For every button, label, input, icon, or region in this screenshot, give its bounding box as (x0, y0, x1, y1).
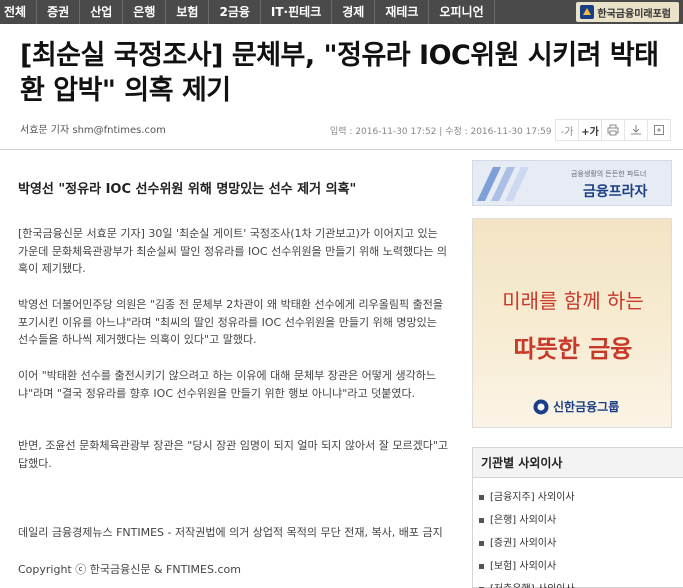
bullet-icon (479, 541, 484, 546)
banner-tagline: 금융생활의 든든한 파트너 (571, 170, 647, 178)
article-dates: 입력 : 2016-11-30 17:52 | 수정 : 2016-11-30 … (330, 127, 552, 137)
share-button[interactable] (647, 119, 671, 141)
article-tools: -가 +가 (555, 119, 671, 141)
shinhan-ad-banner[interactable]: 미래를 함께 하는 따뜻한 금융 신한금융그룹 (472, 218, 672, 428)
nav-item-industry[interactable]: 산업 (80, 0, 124, 24)
list-item[interactable]: [증권] 사외이사 (473, 532, 683, 555)
forum-logo-icon (580, 5, 595, 19)
outside-directors-title: 기관별 사외이사 (473, 448, 683, 478)
bullet-icon (479, 518, 484, 523)
nav-item-investment[interactable]: 재테크 (375, 0, 430, 24)
nav-item-bank[interactable]: 은행 (123, 0, 167, 24)
outside-directors-list: [금융지주] 사외이사 [은행] 사외이사 [증권] 사외이사 [보험] 사외이… (473, 478, 683, 588)
list-item[interactable]: [저축은행] 사외이사 (473, 578, 683, 588)
ad-brand-name: 신한금융그룹 (553, 400, 620, 414)
list-item[interactable]: [은행] 사외이사 (473, 509, 683, 532)
nav-item-it-fintech[interactable]: IT·핀테크 (261, 0, 333, 24)
outside-directors-box: 기관별 사외이사 [금융지주] 사외이사 [은행] 사외이사 [증권] 사외이사… (472, 447, 683, 588)
forum-label: 한국금융미래포럼 (597, 8, 671, 20)
nav-item-opinion[interactable]: 오피니언 (429, 0, 495, 24)
ad-brand: 신한금융그룹 (533, 398, 619, 415)
print-icon (607, 124, 619, 136)
article-headline: [최순실 국정조사] 문체부, "정유라 IOC위원 시키려 박태환 압박" 의… (20, 40, 659, 106)
nav-item-all[interactable]: 전체 (0, 0, 38, 24)
divider (0, 149, 683, 150)
nav-item-securities[interactable]: 증권 (37, 0, 81, 24)
article-paragraph: 이어 "박태환 선수를 출전시키기 않으려고 하는 이유에 대해 문체부 장관은… (18, 369, 436, 400)
banner-title: 금융프라자 (583, 184, 648, 200)
bullet-icon (479, 495, 484, 500)
article-paragraph: 반면, 조윤선 문화체육관광부 장관은 "당시 장관 임명이 되지 얼마 되지 … (18, 439, 449, 470)
top-nav: 전체 증권 산업 은행 보험 2금융 IT·핀테크 경제 재테크 오피니언 한국… (0, 0, 683, 24)
download-button[interactable] (624, 119, 648, 141)
bullet-icon (479, 564, 484, 569)
copyright-line: Copyright ⓒ 한국금융신문 & FNTIMES.com (18, 563, 241, 576)
font-increase-button[interactable]: +가 (578, 119, 602, 141)
shinhan-logo-icon (533, 399, 549, 414)
nav-item-economy[interactable]: 경제 (332, 0, 376, 24)
font-decrease-button[interactable]: -가 (555, 119, 579, 141)
nav-item-insurance[interactable]: 보험 (166, 0, 210, 24)
byline: 서효문 기자 shm@fntimes.com (20, 125, 166, 136)
copyright-notice: 데일리 금융경제뉴스 FNTIMES - 저작권법에 의거 상업적 목적의 무단… (18, 526, 443, 539)
article-paragraph: 박영선 더불어민주당 의원은 "김종 전 문체부 2차관이 왜 박태환 선수에게… (18, 298, 443, 346)
list-item[interactable]: [보험] 사외이사 (473, 555, 683, 578)
download-icon (631, 125, 641, 135)
forum-link[interactable]: 한국금융미래포럼 (576, 2, 679, 22)
ad-slogan: 따뜻한 금융 (513, 335, 633, 363)
article-paragraph: [한국금융신문 서효문 기자] 30일 '최순실 게이트' 국정조사(1차 기관… (18, 227, 447, 275)
article-subhead: 박영선 "정유라 IOC 선수위원 위해 명망있는 선수 제거 의혹" (18, 182, 357, 197)
list-item[interactable]: [금융지주] 사외이사 (473, 486, 683, 509)
finance-plaza-banner[interactable]: 금융생활의 든든한 파트너 금융프라자 (472, 160, 672, 206)
ad-headline: 미래를 함께 하는 (502, 289, 644, 313)
share-icon (654, 125, 664, 135)
banner-decoration-icon (477, 167, 529, 201)
byline-row: 서효문 기자 shm@fntimes.com 입력 : 2016-11-30 1… (0, 116, 683, 144)
print-button[interactable] (601, 119, 625, 141)
nav-item-2nd-finance[interactable]: 2금융 (209, 0, 261, 24)
